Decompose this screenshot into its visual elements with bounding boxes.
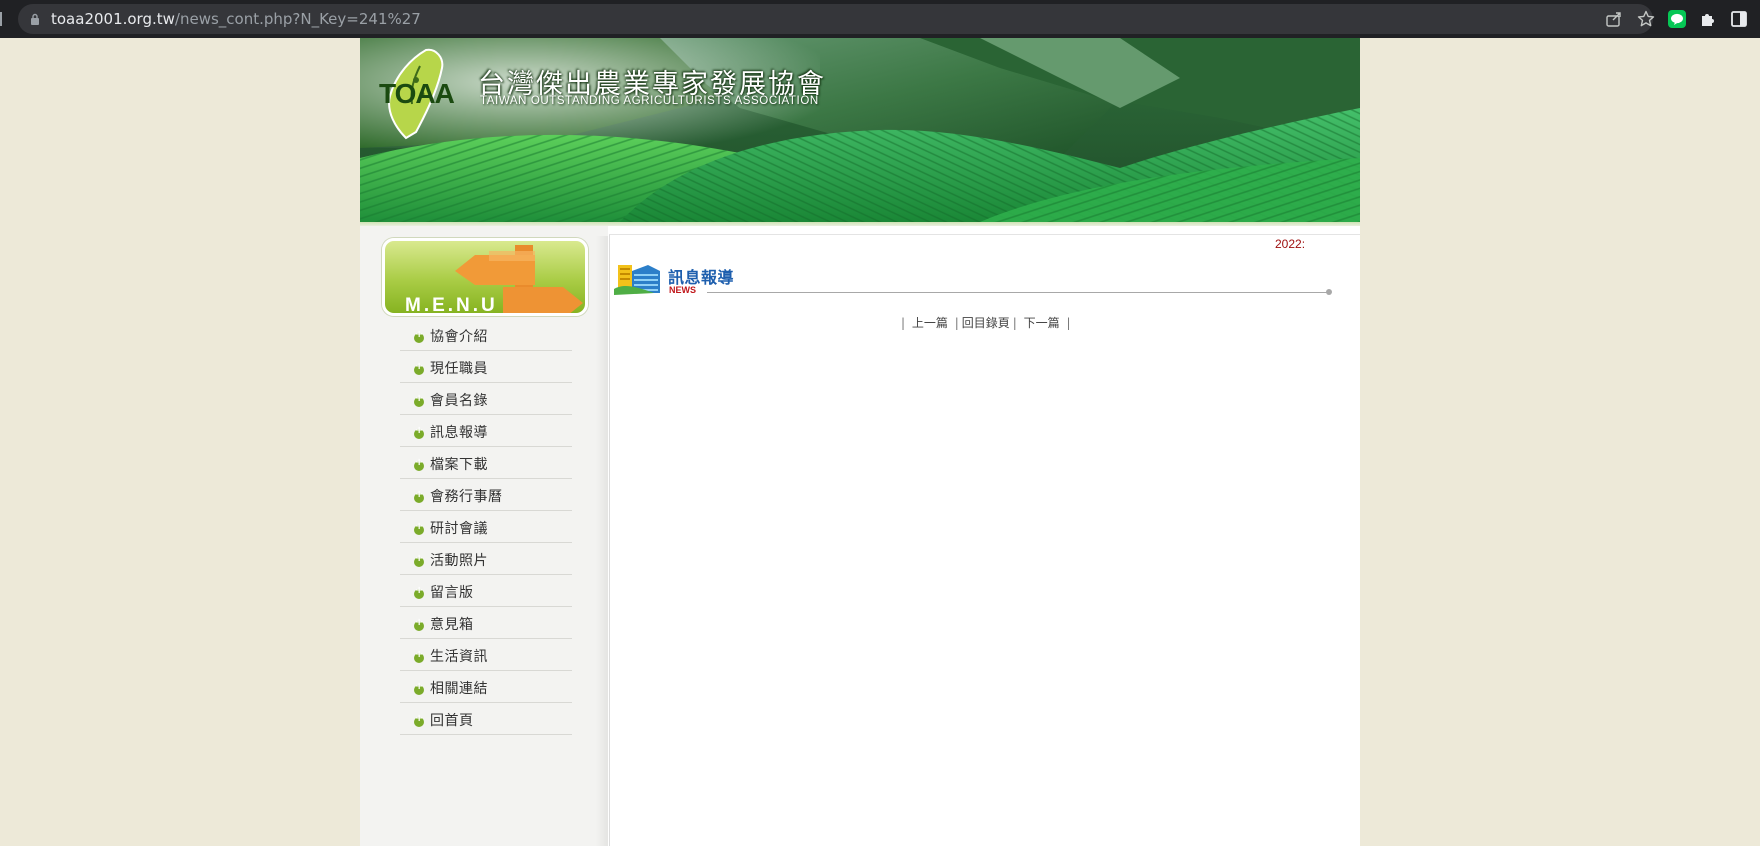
browser-toolbar: toaa2001.org.tw/news_cont.php?N_Key=241%…: [0, 0, 1760, 38]
url-text[interactable]: toaa2001.org.tw/news_cont.php?N_Key=241%…: [51, 10, 421, 28]
sidebar-item-members[interactable]: 會員名錄: [400, 383, 572, 415]
sidebar-item-feedback[interactable]: 意見箱: [400, 607, 572, 639]
sidebar-item-label: 協會介紹: [430, 329, 488, 345]
sidebar-item-label: 檔案下載: [430, 457, 488, 473]
plus-circle-icon: [414, 553, 424, 567]
sidebar: M.E.N.U 協會介紹 現任職員 會員名錄 訊息報導 檔案下載 會務行事曆 研…: [360, 226, 608, 846]
section-divider-end: [1326, 289, 1332, 295]
sidebar-item-life-info[interactable]: 生活資訊: [400, 639, 572, 671]
sidebar-item-label: 回首頁: [430, 713, 474, 729]
plus-circle-icon: [414, 681, 424, 695]
sidebar-item-about[interactable]: 協會介紹: [400, 319, 572, 351]
sidebar-item-officers[interactable]: 現任職員: [400, 351, 572, 383]
pager-separator: |: [954, 316, 959, 330]
sidebar-item-label: 研討會議: [430, 521, 488, 537]
menu-badge-label: M.E.N.U: [405, 295, 498, 316]
plus-circle-icon: [414, 585, 424, 599]
sidebar-item-label: 留言版: [430, 585, 474, 601]
tab-edge: [0, 12, 4, 26]
sidebar-item-label: 相關連結: [430, 681, 488, 697]
plus-circle-icon: [414, 361, 424, 375]
prev-article-link[interactable]: 上一篇: [912, 316, 948, 330]
pager-separator: |: [1066, 316, 1071, 330]
side-panel-icon[interactable]: [1729, 9, 1749, 29]
main-content: 2022: 訊息報導 NEWS | 上一篇 | 回目錄頁 | 下一篇 |: [609, 234, 1360, 846]
news-ticker[interactable]: 2022:: [1275, 237, 1305, 251]
sidebar-item-label: 活動照片: [430, 553, 488, 569]
site-title-en: TAIWAN OUTSTANDING AGRICULTURISTS ASSOCI…: [480, 95, 819, 107]
sidebar-item-label: 會務行事曆: [430, 489, 503, 505]
menu-badge: M.E.N.U: [382, 238, 588, 316]
sidebar-item-news[interactable]: 訊息報導: [400, 415, 572, 447]
page-container: TOAA 台灣傑出農業專家發展協會 TAIWAN OUTSTANDING AGR…: [360, 38, 1360, 846]
section-subtitle: NEWS: [669, 285, 696, 295]
plus-circle-icon: [414, 713, 424, 727]
sidebar-item-downloads[interactable]: 檔案下載: [400, 447, 572, 479]
logo-abbreviation: TOAA: [379, 78, 455, 109]
plus-circle-icon: [414, 489, 424, 503]
sidebar-item-links[interactable]: 相關連結: [400, 671, 572, 703]
section-divider: [707, 292, 1328, 293]
plus-circle-icon: [414, 649, 424, 663]
sidebar-item-calendar[interactable]: 會務行事曆: [400, 479, 572, 511]
article-pager: | 上一篇 | 回目錄頁 | 下一篇 |: [898, 314, 1074, 331]
url-path: /news_cont.php?N_Key=241%27: [174, 10, 421, 28]
pager-separator: |: [1012, 316, 1017, 330]
site-banner: TOAA 台灣傑出農業專家發展協會 TAIWAN OUTSTANDING AGR…: [360, 38, 1360, 222]
url-host: toaa2001.org.tw: [51, 10, 175, 28]
star-icon[interactable]: [1636, 9, 1656, 29]
line-extension-icon[interactable]: [1667, 9, 1687, 29]
lock-icon[interactable]: [30, 13, 40, 25]
plus-circle-icon: [414, 329, 424, 343]
pager-separator: |: [901, 316, 906, 330]
sidebar-item-label: 生活資訊: [430, 649, 488, 665]
sidebar-item-guestbook[interactable]: 留言版: [400, 575, 572, 607]
address-bar[interactable]: toaa2001.org.tw/news_cont.php?N_Key=241%…: [18, 4, 1656, 34]
plus-circle-icon: [414, 457, 424, 471]
sidebar-item-label: 意見箱: [430, 617, 474, 633]
plus-circle-icon: [414, 393, 424, 407]
sidebar-menu: 協會介紹 現任職員 會員名錄 訊息報導 檔案下載 會務行事曆 研討會議 活動照片…: [400, 319, 572, 735]
sidebar-item-label: 訊息報導: [430, 425, 488, 441]
next-article-link[interactable]: 下一篇: [1024, 316, 1060, 330]
sidebar-item-label: 會員名錄: [430, 393, 488, 409]
puzzle-extensions-icon[interactable]: [1698, 9, 1718, 29]
news-building-icon: [614, 265, 660, 295]
sidebar-item-label: 現任職員: [430, 361, 488, 377]
sidebar-item-photos[interactable]: 活動照片: [400, 543, 572, 575]
share-icon[interactable]: [1604, 9, 1624, 29]
plus-circle-icon: [414, 617, 424, 631]
plus-circle-icon: [414, 521, 424, 535]
sidebar-item-seminars[interactable]: 研討會議: [400, 511, 572, 543]
sidebar-item-home[interactable]: 回首頁: [400, 703, 572, 735]
plus-circle-icon: [414, 425, 424, 439]
back-to-list-link[interactable]: 回目錄頁: [962, 316, 1010, 330]
sidebar-edge-shadow: [596, 236, 608, 846]
